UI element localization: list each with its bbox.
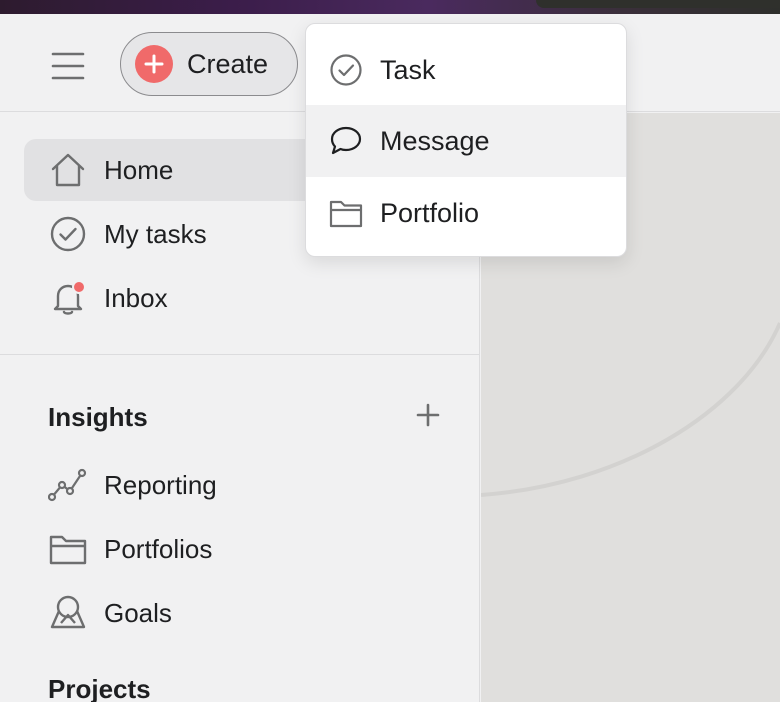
sidebar-item-label: Goals xyxy=(104,597,172,628)
sidebar-divider xyxy=(0,354,480,355)
folder-icon xyxy=(48,529,88,569)
home-icon xyxy=(48,150,88,190)
sidebar-item-label: Reporting xyxy=(104,469,217,500)
create-button-label: Create xyxy=(187,48,269,79)
notification-dot xyxy=(72,280,86,294)
reporting-icon xyxy=(48,465,88,505)
sidebar-item-inbox[interactable]: Inbox xyxy=(24,267,444,329)
section-title-projects: Projects xyxy=(48,674,151,702)
sidebar-item-label: Portfolios xyxy=(104,533,213,564)
create-button[interactable]: Create xyxy=(120,32,298,96)
add-insight-icon[interactable] xyxy=(414,401,442,429)
speech-bubble-icon xyxy=(328,123,364,159)
check-circle-icon xyxy=(328,52,364,88)
create-menu-item-task[interactable]: Task xyxy=(306,34,626,106)
folder-icon xyxy=(328,195,364,231)
create-menu-item-portfolio[interactable]: Portfolio xyxy=(306,177,626,249)
window-top-strip-inner xyxy=(536,0,780,8)
hamburger-menu-icon[interactable] xyxy=(50,48,86,84)
check-circle-icon xyxy=(48,214,88,254)
sidebar-item-label: Inbox xyxy=(104,282,168,313)
sidebar-item-goals[interactable]: Goals xyxy=(24,582,444,644)
sidebar-item-label: Home xyxy=(104,154,174,185)
sidebar-item-portfolios[interactable]: Portfolios xyxy=(24,518,444,580)
sidebar-item-reporting[interactable]: Reporting xyxy=(24,454,444,516)
sidebar-item-label: My tasks xyxy=(104,218,207,249)
create-menu-item-message[interactable]: Message xyxy=(306,105,626,177)
plus-icon xyxy=(135,45,173,83)
section-title-insights: Insights xyxy=(48,402,148,432)
bell-icon xyxy=(48,278,88,318)
window-top-strip xyxy=(0,0,780,14)
create-menu-item-label: Portfolio xyxy=(380,197,480,228)
create-menu-item-label: Message xyxy=(380,125,490,156)
create-menu: Task Message Portfolio xyxy=(305,23,627,257)
goals-icon xyxy=(48,593,88,633)
create-menu-item-label: Task xyxy=(380,54,436,85)
app-window: Create Home My tasks Inbox Insights Repo… xyxy=(0,0,780,702)
